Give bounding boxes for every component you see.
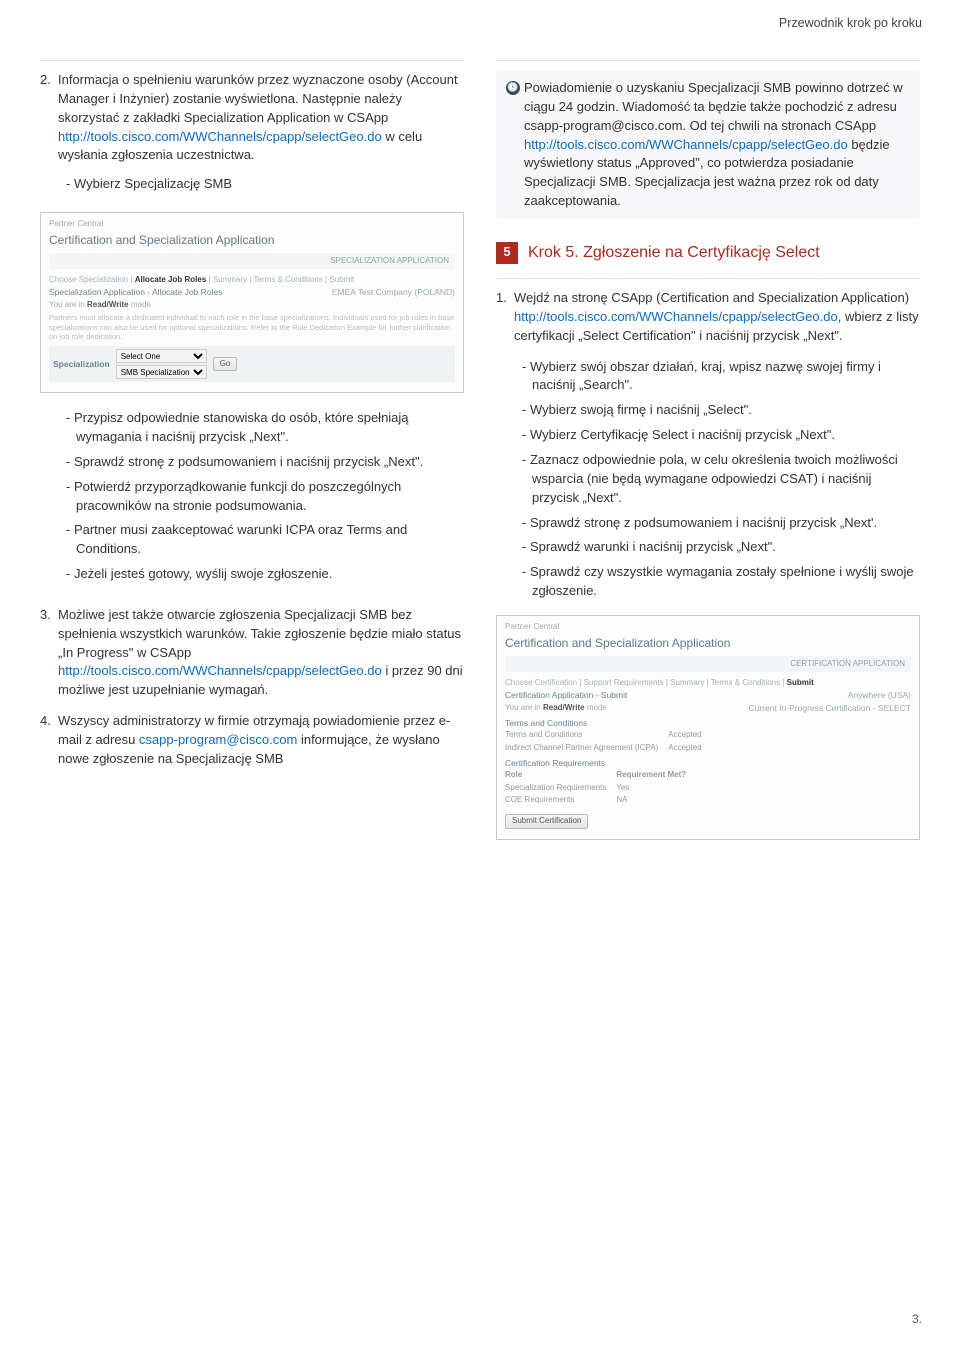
- divider: [496, 60, 920, 61]
- right-bullet-1: Wybierz swój obszar działań, kraj, wpisz…: [514, 358, 920, 396]
- screenshot-certification-app: Partner Central Certification and Specia…: [496, 615, 920, 840]
- shot2-tc-table: Terms and ConditionsAccepted Indirect Ch…: [505, 729, 712, 754]
- csapp-link-1[interactable]: http://tools.cisco.com/WWChannels/cpapp/…: [58, 129, 382, 144]
- step-5-box: 5: [496, 242, 518, 264]
- right-step-1-number: 1.: [496, 289, 514, 346]
- shot2-mode: You are in Read/Write mode: [505, 703, 607, 714]
- right-bullet-7: Sprawdź czy wszystkie wymagania zostały …: [514, 563, 920, 601]
- shot1-tab-active: SPECIALIZATION APPLICATION: [330, 256, 449, 266]
- step-2-number: 2.: [40, 71, 58, 200]
- left-bullet-1: Przypisz odpowiednie stanowiska do osób,…: [58, 409, 464, 447]
- shot2-cr-table: RoleRequirement Met? Specialization Requ…: [505, 769, 696, 806]
- shot2-status: Current In-Progress Certification - SELE…: [749, 703, 912, 714]
- right-bullet-3: Wybierz Certyfikację Select i naciśnij p…: [514, 426, 920, 445]
- clock-note: 🕓 Powiadomienie o uzyskaniu Specjalizacj…: [496, 71, 920, 219]
- step-4-number: 4.: [40, 712, 58, 769]
- shot2-title: Certification and Specialization Applica…: [505, 636, 911, 652]
- shot1-title: Certification and Specialization Applica…: [49, 233, 455, 249]
- right-bullet-2: Wybierz swoją firmę i naciśnij „Select".: [514, 401, 920, 420]
- step-2: 2. Informacja o spełnieniu warunków prze…: [40, 71, 464, 200]
- page-number: 3.: [912, 1311, 922, 1328]
- shot2-breadcrumb: Choose Certification | Support Requireme…: [505, 678, 911, 688]
- shot1-go-button[interactable]: Go: [213, 357, 238, 371]
- shot2-cr-header: Certification Requirements: [505, 758, 911, 769]
- left-bullet-4: Partner musi zaakceptować warunki ICPA o…: [58, 521, 464, 559]
- csapp-email[interactable]: csapp-program@cisco.com: [139, 732, 297, 747]
- screenshot-specialization-app: Partner Central Certification and Specia…: [40, 212, 464, 393]
- shot1-breadcrumb: Choose Specialization | Allocate Job Rol…: [49, 275, 455, 285]
- shot1-company: EMEA Test Company (POLAND): [332, 287, 455, 298]
- right-bullet-4: Zaznacz odpowiednie pola, w celu określe…: [514, 451, 920, 508]
- shot2-tab-active: CERTIFICATION APPLICATION: [790, 659, 905, 669]
- step-5-header: 5 Krok 5. Zgłoszenie na Certyfikację Sel…: [496, 241, 920, 264]
- shot2-partner-central: Partner Central: [505, 622, 911, 632]
- right-bullet-5: Sprawdź stronę z podsumowaniem i naciśni…: [514, 514, 920, 533]
- step-2-text-a: Informacja o spełnieniu warunków przez w…: [58, 72, 458, 125]
- divider: [40, 60, 464, 61]
- left-bullet-3: Potwierdź przyporządkowanie funkcji do p…: [58, 478, 464, 516]
- shot1-spec-select-2[interactable]: SMB Specialization: [116, 365, 207, 379]
- shot2-tc-header: Terms and Conditions: [505, 718, 911, 729]
- right-step-1: 1. Wejdź na stronę CSApp (Certification …: [496, 289, 920, 346]
- left-column: 2. Informacja o spełnieniu warunków prze…: [40, 60, 464, 856]
- left-bullet-2: Sprawdź stronę z podsumowaniem i naciśni…: [58, 453, 464, 472]
- shot2-submit-button[interactable]: Submit Certification: [505, 814, 588, 828]
- csapp-link-note[interactable]: http://tools.cisco.com/WWChannels/cpapp/…: [524, 137, 848, 152]
- shot1-mode: You are in Read/Write mode: [49, 300, 455, 310]
- r1-text-a: Wejdź na stronę CSApp (Certification and…: [514, 290, 909, 305]
- shot2-tabbar: CERTIFICATION APPLICATION: [505, 656, 911, 672]
- step-3-text-a: Możliwe jest także otwarcie zgłoszenia S…: [58, 607, 461, 660]
- csapp-link-2[interactable]: http://tools.cisco.com/WWChannels/cpapp/…: [58, 663, 382, 678]
- shot1-tabbar: SPECIALIZATION APPLICATION: [49, 253, 455, 269]
- step-3-number: 3.: [40, 606, 58, 700]
- clock-icon: 🕓: [506, 81, 520, 95]
- shot1-partner-central: Partner Central: [49, 219, 455, 229]
- step-2-sub: Wybierz Specjalizację SMB: [58, 175, 464, 194]
- step-5-label: Krok 5. Zgłoszenie na Certyfikację Selec…: [528, 241, 820, 264]
- shot1-spec-select[interactable]: Select One: [116, 349, 207, 363]
- divider: [496, 278, 920, 279]
- shot1-subtitle: Specialization Application - Allocate Jo…: [49, 287, 222, 298]
- shot1-spec-label: Specialization: [53, 359, 110, 370]
- right-column: 🕓 Powiadomienie o uzyskaniu Specjalizacj…: [496, 60, 920, 856]
- csapp-link-3[interactable]: http://tools.cisco.com/WWChannels/cpapp/…: [514, 309, 838, 324]
- note-a: Powiadomienie o uzyskaniu Specjalizacji …: [524, 80, 903, 133]
- shot2-company: Anywhere (USA): [848, 690, 911, 701]
- page-header-breadcrumb: Przewodnik krok po kroku: [779, 14, 922, 32]
- right-bullet-6: Sprawdź warunki i naciśnij przycisk „Nex…: [514, 538, 920, 557]
- shot2-subtitle: Certification Application - Submit: [505, 690, 627, 701]
- left-bullet-5: Jeżeli jesteś gotowy, wyślij swoje zgłos…: [58, 565, 464, 584]
- shot1-blurb: Partners must allocate a dedicated indiv…: [49, 313, 455, 342]
- step-4: 4. Wszyscy administratorzy w firmie otrz…: [40, 712, 464, 769]
- step-3: 3. Możliwe jest także otwarcie zgłoszeni…: [40, 606, 464, 700]
